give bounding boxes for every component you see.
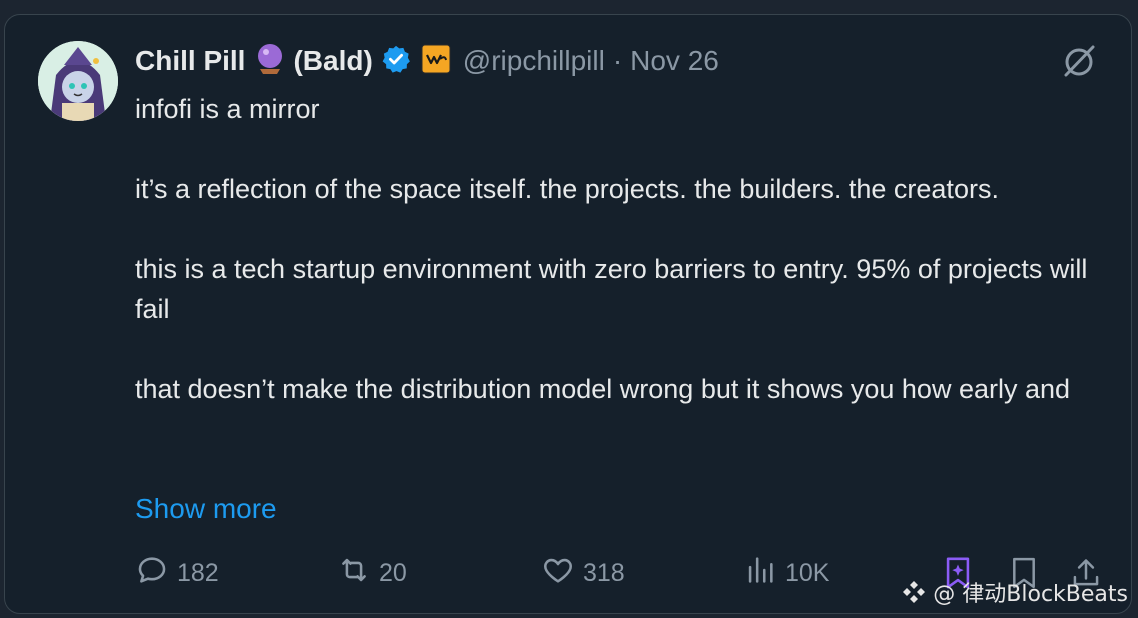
tweet-paragraph: that doesn’t make the distribution model… [135, 374, 1071, 404]
like-icon [541, 553, 583, 594]
user-handle[interactable]: @ripchillpill [463, 45, 605, 77]
blockbeats-logo-icon [903, 581, 926, 603]
like-button[interactable]: 318 [541, 551, 625, 595]
grok-icon[interactable] [1061, 43, 1097, 84]
watermark: @ 律动BlockBeats [901, 576, 1128, 608]
watermark-text: @ 律动BlockBeats [933, 582, 1128, 607]
repost-button[interactable]: 20 [337, 551, 407, 595]
reply-icon [135, 553, 177, 594]
repost-icon [337, 553, 379, 594]
tweet-paragraph: it’s a reflection of the space itself. t… [135, 174, 999, 204]
reply-count: 182 [177, 558, 219, 587]
tweet-paragraph: infofi is a mirror [135, 94, 320, 124]
tweet-paragraph: this is a tech startup environment with … [135, 254, 1088, 324]
separator-dot: · [612, 45, 623, 76]
reply-button[interactable]: 182 [135, 551, 219, 595]
display-name-suffix[interactable]: (Bald) [293, 45, 372, 77]
tweet-date[interactable]: Nov 26 [630, 45, 719, 77]
avatar[interactable] [38, 41, 118, 121]
views-icon [743, 553, 785, 594]
repost-count: 20 [379, 558, 407, 587]
views-count: 10K [785, 558, 830, 587]
views-button[interactable]: 10K [743, 551, 829, 595]
tweet-card[interactable]: Chill Pill (Bald) @ripchillpill · Nov 26 [4, 14, 1132, 614]
verified-badge-icon[interactable] [381, 44, 411, 79]
affiliate-badge-icon[interactable] [421, 44, 451, 79]
tweet-text: infofi is a mirror it’s a reflection of … [135, 89, 1115, 409]
show-more-link[interactable]: Show more [135, 489, 277, 529]
crystal-ball-icon [255, 43, 285, 80]
like-count: 318 [583, 558, 625, 587]
tweet-header: Chill Pill (Bald) @ripchillpill · Nov 26 [135, 41, 719, 81]
display-name[interactable]: Chill Pill [135, 45, 245, 77]
